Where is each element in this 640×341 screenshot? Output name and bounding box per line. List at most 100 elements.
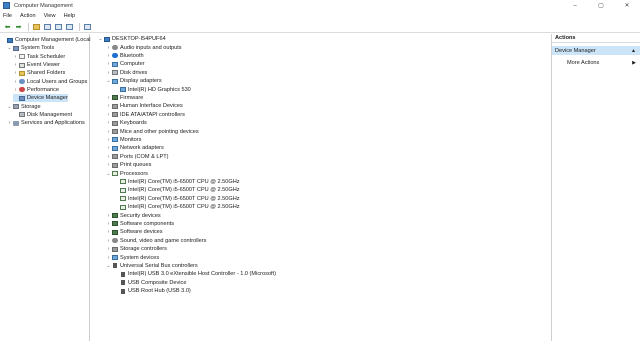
expanded-chevron-icon[interactable]: ⌄ (106, 263, 111, 269)
collapsed-chevron-icon[interactable]: › (13, 62, 18, 68)
device-tree-item[interactable]: › Mice and other pointing devices (106, 127, 199, 135)
maximize-button[interactable]: ▢ (588, 0, 614, 11)
nav-tree-item[interactable]: Disk Management (13, 111, 72, 119)
collapsed-chevron-icon[interactable]: › (106, 229, 111, 235)
device-tree-label: Storage controllers (120, 246, 167, 253)
nav-tree-item[interactable]: › Shared Folders (13, 69, 66, 77)
collapsed-chevron-icon[interactable]: › (106, 45, 111, 51)
collapsed-chevron-icon[interactable]: › (106, 137, 111, 143)
collapsed-chevron-icon[interactable]: › (7, 120, 12, 126)
nav-tree-item[interactable]: Device Manager (13, 94, 68, 103)
collapsed-chevron-icon[interactable]: › (106, 154, 111, 160)
nav-tree-item[interactable]: › Services and Applications (7, 119, 85, 127)
menu-view[interactable]: View (44, 13, 56, 19)
scan-hardware-button[interactable] (83, 22, 92, 31)
chip-icon (112, 213, 118, 219)
device-tree-item[interactable]: USB Composite Device (114, 279, 186, 287)
device-tree-label: Universal Serial Bus controllers (120, 262, 198, 269)
expanded-chevron-icon[interactable]: ⌄ (106, 171, 111, 177)
nav-tree-item[interactable]: ⌄ System Tools (7, 44, 54, 52)
device-tree-item[interactable]: Intel(R) Core(TM) i5-6500T CPU @ 2.50GHz (114, 203, 240, 211)
device-tree-item[interactable]: › IDE ATA/ATAPI controllers (106, 111, 185, 119)
up-level-button[interactable] (32, 22, 41, 31)
collapsed-chevron-icon[interactable]: › (13, 70, 18, 76)
menu-help[interactable]: Help (64, 13, 76, 19)
nav-tree-label: Performance (27, 86, 60, 93)
collapsed-chevron-icon[interactable]: › (106, 145, 111, 151)
device-tree-item[interactable]: › Print queues (106, 161, 152, 169)
device-tree-item[interactable]: › Disk drives (106, 69, 148, 77)
collapsed-chevron-icon[interactable]: › (106, 70, 111, 76)
forward-button[interactable]: ➡ (14, 22, 23, 31)
expanded-chevron-icon[interactable]: ⌄ (106, 78, 111, 84)
device-tree-item[interactable]: USB Root Hub (USB 3.0) (114, 287, 191, 295)
audio-icon (112, 45, 118, 51)
collapsed-chevron-icon[interactable]: › (106, 61, 111, 67)
device-tree-item[interactable]: › Storage controllers (106, 245, 167, 253)
menu-action[interactable]: Action (20, 13, 36, 19)
device-tree-item[interactable]: ⌄ Universal Serial Bus controllers (106, 262, 198, 270)
device-tree-label: Intel(R) Core(TM) i5-6500T CPU @ 2.50GHz (128, 178, 240, 185)
collapsed-chevron-icon[interactable]: › (106, 53, 111, 59)
device-tree-item[interactable]: › Audio inputs and outputs (106, 43, 182, 51)
nav-tree-label: System Tools (21, 45, 55, 52)
collapsed-chevron-icon[interactable]: › (106, 213, 111, 219)
more-actions-item[interactable]: More Actions ▶ (552, 58, 640, 67)
device-tree-item[interactable]: Intel(R) Core(TM) i5-6500T CPU @ 2.50GHz (114, 195, 240, 203)
device-tree-item[interactable]: › Software devices (106, 228, 163, 236)
device-tree-item[interactable]: Intel(R) USB 3.0 eXtensible Host Control… (114, 270, 276, 278)
close-button[interactable]: ✕ (614, 0, 640, 11)
nav-tree-item[interactable]: › Performance (13, 86, 59, 94)
device-tree-item[interactable]: › Human Interface Devices (106, 102, 183, 110)
device-tree-item[interactable]: ⌄ DESKTOP-I54PUF64 (98, 35, 165, 43)
collapsed-chevron-icon[interactable]: › (106, 129, 111, 135)
collapsed-chevron-icon[interactable]: › (106, 238, 111, 244)
device-tree-item[interactable]: › Monitors (106, 136, 142, 144)
nav-tree-item[interactable]: › Event Viewer (13, 61, 60, 69)
minimize-button[interactable]: – (562, 0, 588, 11)
nav-tree-item[interactable]: ⌄ Storage (7, 102, 41, 110)
processor-icon (120, 179, 126, 185)
nav-tree-item[interactable]: Computer Management (Local (1, 36, 91, 44)
device-tree-item[interactable]: Intel(R) Core(TM) i5-6500T CPU @ 2.50GHz (114, 178, 240, 186)
show-hide-tree-button[interactable] (43, 22, 52, 31)
processor-icon (120, 187, 126, 193)
collapsed-chevron-icon[interactable]: › (13, 87, 18, 93)
collapsed-chevron-icon[interactable]: › (106, 112, 111, 118)
device-tree-item[interactable]: › Ports (COM & LPT) (106, 153, 169, 161)
collapsed-chevron-icon[interactable]: › (106, 95, 111, 101)
back-button[interactable]: ⬅ (3, 22, 12, 31)
actions-device-manager[interactable]: Device Manager ▲ (552, 46, 640, 55)
nav-tree-item[interactable]: › Task Scheduler (13, 53, 66, 61)
device-tree-item[interactable]: ⌄ Processors (106, 169, 148, 177)
device-tree-item[interactable]: › Bluetooth (106, 52, 144, 60)
device-tree-item[interactable]: › Computer (106, 60, 145, 68)
device-tree-item[interactable]: › Network adapters (106, 144, 164, 152)
gray-icon (112, 129, 118, 135)
device-tree-item[interactable]: › Sound, video and game controllers (106, 237, 207, 245)
menu-file[interactable]: File (3, 13, 12, 19)
device-tree-item[interactable]: › Security devices (106, 211, 161, 219)
device-tree-item[interactable]: ⌄ Display adapters (106, 77, 161, 85)
nav-tree-item[interactable]: › Local Users and Groups (13, 78, 88, 86)
collapsed-chevron-icon[interactable]: › (106, 120, 111, 126)
expanded-chevron-icon[interactable]: ⌄ (7, 104, 12, 110)
device-tree-item[interactable]: Intel(R) Core(TM) i5-6500T CPU @ 2.50GHz (114, 186, 240, 194)
device-tree-item[interactable]: › Firmware (106, 94, 144, 102)
device-tree-item[interactable]: Intel(R) HD Graphics 530 (114, 85, 191, 93)
collapsed-chevron-icon[interactable]: › (13, 79, 18, 85)
device-tree-item[interactable]: › Software components (106, 220, 174, 228)
nav-tree-label: Storage (21, 103, 41, 110)
collapsed-chevron-icon[interactable]: › (106, 162, 111, 168)
device-tree-item[interactable]: › System devices (106, 253, 160, 261)
collapsed-chevron-icon[interactable]: › (106, 103, 111, 109)
collapsed-chevron-icon[interactable]: › (106, 255, 111, 261)
expanded-chevron-icon[interactable]: ⌄ (7, 45, 12, 51)
collapsed-chevron-icon[interactable]: › (106, 246, 111, 252)
help-button[interactable] (65, 22, 74, 31)
properties-button[interactable] (54, 22, 63, 31)
expanded-chevron-icon[interactable]: ⌄ (98, 36, 103, 42)
device-tree-item[interactable]: › Keyboards (106, 119, 147, 127)
collapsed-chevron-icon[interactable]: › (13, 54, 18, 60)
collapsed-chevron-icon[interactable]: › (106, 221, 111, 227)
